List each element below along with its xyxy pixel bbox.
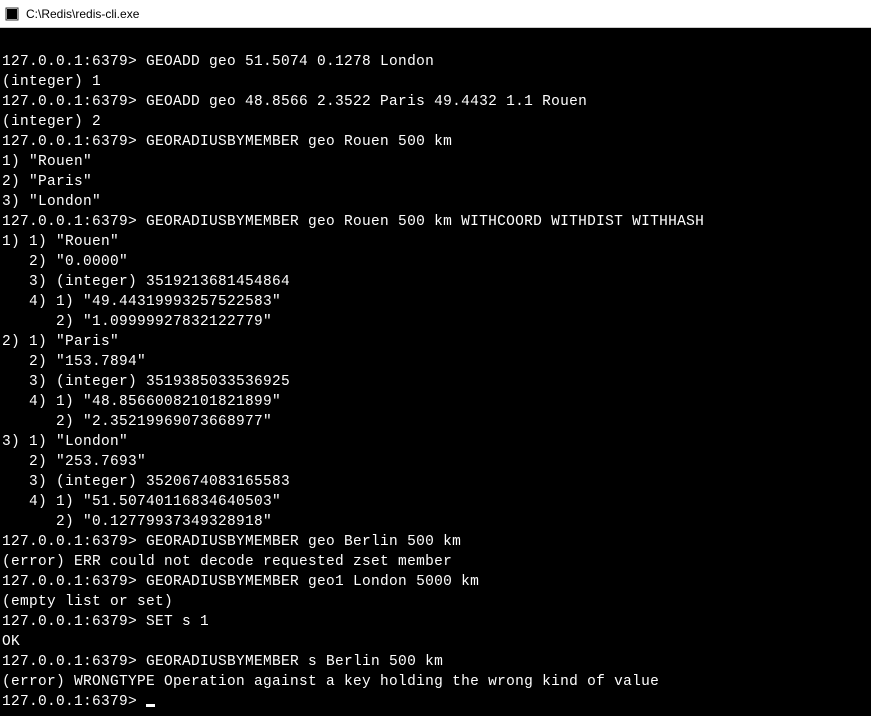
app-icon — [4, 6, 20, 22]
terminal-line: 127.0.0.1:6379> GEORADIUSBYMEMBER s Berl… — [2, 654, 443, 670]
terminal-line: 2) "0.0000" — [2, 254, 128, 270]
terminal-line: 127.0.0.1:6379> GEORADIUSBYMEMBER geo Ro… — [2, 134, 452, 150]
terminal-line: 4) 1) "51.50740116834640503" — [2, 494, 281, 510]
terminal-line: 4) 1) "48.85660082101821899" — [2, 394, 281, 410]
terminal-line: (error) ERR could not decode requested z… — [2, 554, 452, 570]
terminal-line: 3) (integer) 3519213681454864 — [2, 274, 290, 290]
window-title: C:\Redis\redis-cli.exe — [26, 7, 139, 21]
terminal-line: (error) WRONGTYPE Operation against a ke… — [2, 674, 659, 690]
terminal-line: (integer) 2 — [2, 114, 101, 130]
terminal-line: 2) 1) "Paris" — [2, 334, 119, 350]
terminal-line: 2) "153.7894" — [2, 354, 146, 370]
terminal-line: 2) "Paris" — [2, 174, 92, 190]
terminal-line: 1) "Rouen" — [2, 154, 92, 170]
terminal-line: 3) 1) "London" — [2, 434, 128, 450]
terminal-output[interactable]: 127.0.0.1:6379> GEOADD geo 51.5074 0.127… — [0, 28, 871, 716]
title-bar: C:\Redis\redis-cli.exe — [0, 0, 871, 28]
terminal-line: OK — [2, 634, 20, 650]
terminal-line: 127.0.0.1:6379> GEORADIUSBYMEMBER geo Ro… — [2, 214, 704, 230]
terminal-line: 2) "2.35219969073668977" — [2, 414, 272, 430]
terminal-line: 127.0.0.1:6379> GEORADIUSBYMEMBER geo1 L… — [2, 574, 479, 590]
terminal-line: 127.0.0.1:6379> GEORADIUSBYMEMBER geo Be… — [2, 534, 461, 550]
terminal-line: 1) 1) "Rouen" — [2, 234, 119, 250]
terminal-line: 2) "253.7693" — [2, 454, 146, 470]
terminal-line: (empty list or set) — [2, 594, 173, 610]
terminal-prompt[interactable]: 127.0.0.1:6379> — [2, 694, 146, 710]
terminal-line: 3) "London" — [2, 194, 101, 210]
terminal-line: 127.0.0.1:6379> GEOADD geo 51.5074 0.127… — [2, 54, 434, 70]
terminal-line: (integer) 1 — [2, 74, 101, 90]
terminal-line: 2) "1.09999927832122779" — [2, 314, 272, 330]
terminal-line: 4) 1) "49.44319993257522583" — [2, 294, 281, 310]
cursor-icon — [146, 704, 155, 707]
terminal-line: 2) "0.12779937349328918" — [2, 514, 272, 530]
terminal-line: 127.0.0.1:6379> GEOADD geo 48.8566 2.352… — [2, 94, 587, 110]
terminal-line: 3) (integer) 3519385033536925 — [2, 374, 290, 390]
terminal-line: 127.0.0.1:6379> SET s 1 — [2, 614, 209, 630]
terminal-line: 3) (integer) 3520674083165583 — [2, 474, 290, 490]
